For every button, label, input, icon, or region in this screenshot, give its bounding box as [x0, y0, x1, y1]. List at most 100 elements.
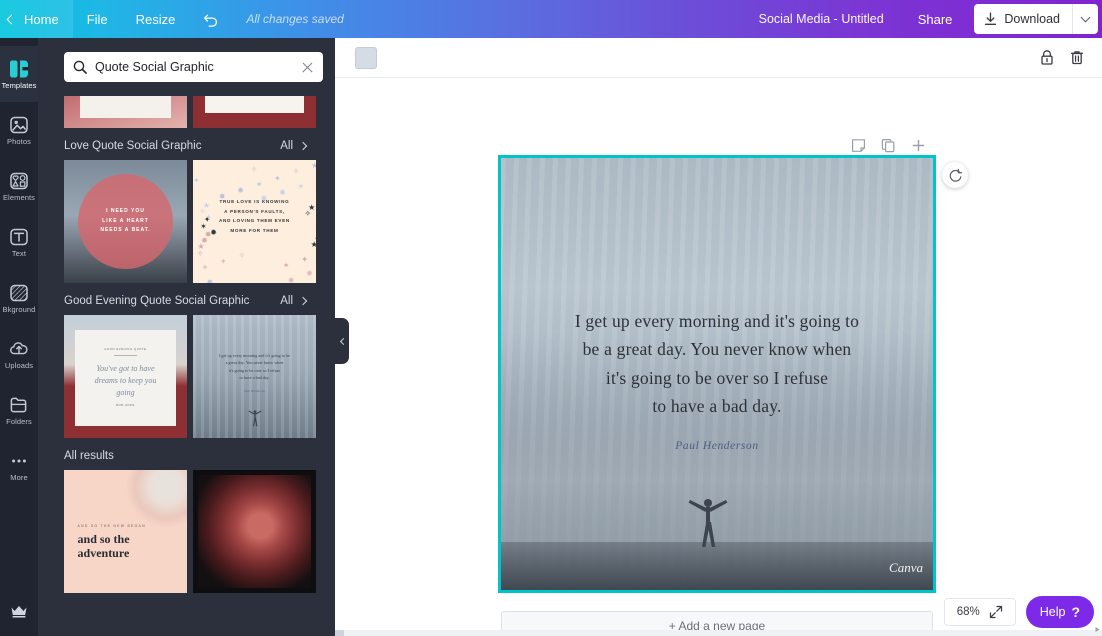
crown-icon[interactable]: [9, 603, 29, 624]
scrollbar-thumb[interactable]: [335, 630, 344, 636]
thumb-author: Paul Henderson: [244, 389, 265, 394]
uploads-icon: [9, 338, 30, 359]
notes-icon: [851, 138, 865, 152]
section-header: All results: [64, 438, 316, 470]
section-header: Good Evening Quote Social Graphic All: [64, 283, 316, 315]
collapse-panel-button[interactable]: [335, 318, 349, 364]
notes-button[interactable]: [847, 134, 869, 156]
undo-icon: [204, 14, 218, 27]
thumb-kicker: GOOD EVENING QUOTE: [104, 348, 147, 352]
person-silhouette: [688, 498, 728, 547]
templates-panel: Every morning brings new potential, but …: [38, 38, 335, 636]
sidebar-label-elements: Elements: [2, 193, 36, 202]
photos-icon: [9, 114, 30, 135]
file-label: File: [86, 11, 108, 27]
file-menu[interactable]: File: [73, 0, 122, 38]
design-page[interactable]: I get up every morning and it's going to…: [498, 155, 936, 593]
search-input[interactable]: [95, 60, 293, 74]
download-options-button[interactable]: [1072, 4, 1098, 34]
context-toolbar: [335, 38, 1102, 78]
thumb-card: TRUE LOVE IS KNOWING A PERSON'S FAULTS, …: [210, 197, 299, 236]
chevron-down-icon: [1080, 12, 1091, 22]
heart-beat-template[interactable]: I NEED YOU LIKE A HEART NEEDS A BEAT.: [64, 160, 187, 283]
page-tools: [847, 134, 929, 156]
section-all-link[interactable]: All: [280, 295, 308, 307]
thumb-lines: I get up every morning and it's going to…: [218, 352, 291, 380]
sidebar-item-folders[interactable]: Folders: [0, 382, 38, 438]
scroll-right-arrow[interactable]: [1092, 624, 1102, 634]
sidebar-item-background[interactable]: Bkground: [0, 270, 38, 326]
thumb-silhouette: [248, 410, 261, 427]
sidebar-item-uploads[interactable]: Uploads: [0, 326, 38, 382]
sidebar-label-background: Bkground: [2, 305, 36, 314]
chevron-right-icon: [298, 296, 308, 306]
folders-icon: [9, 394, 30, 415]
document-title[interactable]: Social Media - Untitled: [741, 12, 902, 26]
section-header: Love Quote Social Graphic All: [64, 128, 316, 160]
search-box[interactable]: [64, 52, 323, 82]
templates-scroll-area[interactable]: Every morning brings new potential, but …: [38, 86, 335, 636]
thumb-lines: You've got to have dreams to keep you go…: [94, 364, 157, 398]
quote-block[interactable]: I get up every morning and it's going to…: [518, 307, 915, 452]
search-bar-container: [38, 38, 335, 96]
resize-label: Resize: [135, 11, 176, 27]
sidebar-item-templates[interactable]: Templates: [0, 46, 38, 102]
color-swatch-button[interactable]: [355, 46, 377, 69]
section-all-link[interactable]: All: [280, 140, 308, 152]
download-icon: [985, 12, 997, 25]
share-button[interactable]: Share: [902, 0, 969, 38]
sidebar-item-more[interactable]: More: [0, 438, 38, 494]
resize-button[interactable]: Resize: [122, 0, 190, 38]
section-all-label: All: [280, 140, 293, 152]
sidebar-label-text: Text: [11, 249, 27, 258]
dreams-keep-going-template[interactable]: GOOD EVENING QUOTE You've got to have dre…: [64, 315, 187, 438]
true-love-template[interactable]: ✦✧★✸✹✶✦✧★✸✹✶✦✧★✸✹✶✦✧★✸✹✶✦✧★✸✹✶✦✧★✸TRUE L…: [193, 160, 316, 283]
duplicate-icon: [881, 138, 894, 152]
more-icon: [9, 450, 30, 471]
ink-art-template[interactable]: [193, 470, 316, 593]
sidebar-item-photos[interactable]: Photos: [0, 102, 38, 158]
search-icon: [73, 60, 87, 74]
question-mark-icon: ?: [1071, 604, 1080, 620]
section-title: Love Quote Social Graphic: [64, 140, 202, 152]
add-page-button[interactable]: [907, 134, 929, 156]
sidebar-item-elements[interactable]: Elements: [0, 158, 38, 214]
left-rail: Templates Photos Elements Text Bkground …: [0, 38, 38, 636]
plus-icon: [912, 139, 924, 151]
clear-search-icon[interactable]: [301, 61, 314, 74]
help-label: Help: [1039, 605, 1066, 619]
background-icon: [9, 282, 30, 303]
thumb-author: BOB HOPE: [116, 404, 135, 408]
template-row: GOOD EVENING QUOTE You've got to have dre…: [64, 315, 316, 438]
expand-icon[interactable]: [989, 605, 1003, 619]
horizontal-scrollbar[interactable]: [335, 626, 1102, 636]
canvas-area[interactable]: I get up every morning and it's going to…: [335, 78, 1102, 636]
sidebar-label-templates: Templates: [1, 81, 37, 90]
elements-icon: [9, 170, 30, 191]
download-button[interactable]: Download: [974, 4, 1072, 34]
lock-button[interactable]: [1032, 43, 1062, 73]
delete-button[interactable]: [1062, 43, 1092, 73]
quote-text[interactable]: I get up every morning and it's going to…: [518, 307, 915, 420]
rotate-button[interactable]: [942, 162, 968, 188]
sidebar-item-text[interactable]: Text: [0, 214, 38, 270]
duplicate-page-button[interactable]: [877, 134, 899, 156]
section-title: All results: [64, 450, 114, 462]
templates-icon: [9, 58, 30, 79]
section-title: Good Evening Quote Social Graphic: [64, 295, 250, 307]
home-button[interactable]: Home: [0, 0, 73, 38]
sidebar-label-uploads: Uploads: [4, 361, 34, 370]
quote-author[interactable]: Paul Henderson: [518, 440, 915, 452]
thumb-circle: I NEED YOU LIKE A HEART NEEDS A BEAT.: [77, 173, 174, 270]
help-button[interactable]: Help ?: [1025, 596, 1094, 628]
template-row: AND SO THE NEW BEGAN and so the adventure: [64, 470, 316, 593]
waterfall-quote-template[interactable]: I get up every morning and it's going to…: [193, 315, 316, 438]
undo-button[interactable]: [189, 0, 234, 38]
adventure-template[interactable]: AND SO THE NEW BEGAN and so the adventure: [64, 470, 187, 593]
thumb-lines: TRUE LOVE IS KNOWING A PERSON'S FAULTS, …: [219, 198, 290, 233]
zoom-control[interactable]: 68%: [944, 598, 1016, 626]
text-icon: [9, 226, 30, 247]
thumb-lines: I NEED YOU LIKE A HEART NEEDS A BEAT.: [100, 208, 151, 234]
thumb-card: GOOD EVENING QUOTE You've got to have dre…: [75, 329, 176, 426]
template-row: I NEED YOU LIKE A HEART NEEDS A BEAT. ✦ ✧ ★…: [64, 160, 316, 283]
